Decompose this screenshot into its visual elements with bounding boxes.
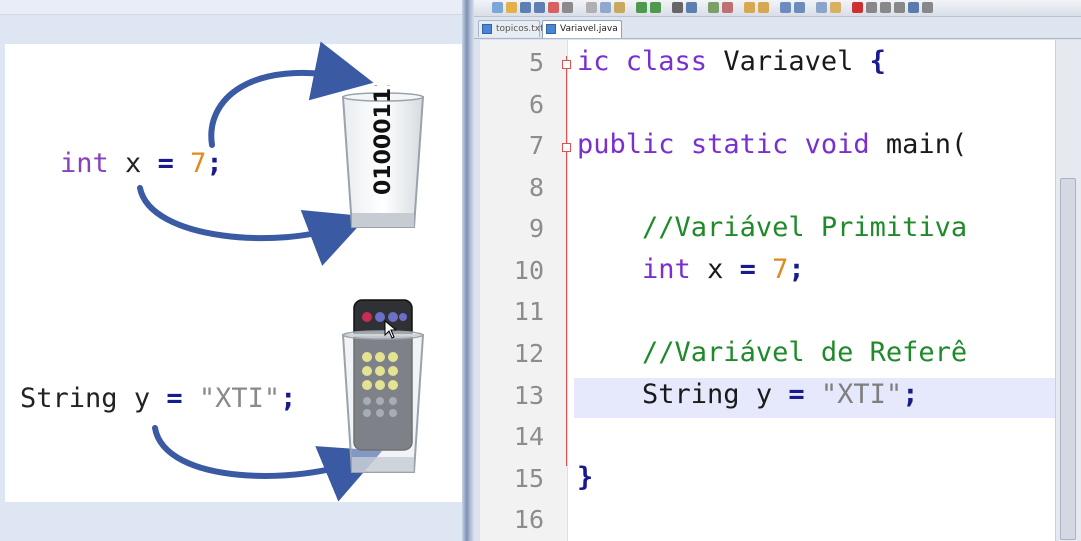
keyword-token: int	[642, 254, 691, 285]
open-folder-icon[interactable]	[506, 2, 517, 13]
fold-marker-main[interactable]	[562, 143, 571, 152]
binary-value-label: 01000111	[371, 85, 396, 195]
scrollbar-thumb[interactable]	[1060, 178, 1076, 540]
line-number: 11	[513, 297, 544, 326]
tab-topicos[interactable]: topicos.txt	[478, 20, 544, 37]
identifier-token: x	[707, 254, 724, 285]
keyword-token: static	[690, 129, 789, 160]
mouse-cursor-icon	[384, 320, 398, 339]
copy-icon[interactable]	[600, 2, 611, 13]
line-number: 7	[528, 131, 544, 160]
brace-token: {	[869, 46, 886, 77]
editor-toolbar	[474, 0, 1081, 17]
fold-margin-line	[566, 56, 567, 466]
brace-token: }	[577, 462, 594, 493]
file-icon	[546, 24, 556, 34]
line-number: 10	[513, 256, 544, 285]
line-number: 16	[513, 505, 544, 534]
record-macro-icon[interactable]	[852, 2, 863, 13]
operator-token: ;	[788, 254, 805, 285]
file-icon	[482, 24, 492, 34]
undo-icon[interactable]	[636, 2, 647, 13]
close-file-icon[interactable]	[548, 2, 559, 13]
lang-icon[interactable]	[830, 2, 841, 13]
replace-icon[interactable]	[686, 2, 697, 13]
tab-bar: topicos.txt Variavel.java	[474, 17, 1081, 39]
fold-marker-class[interactable]	[562, 60, 571, 69]
line-number: 12	[513, 339, 544, 368]
zoom-out-icon[interactable]	[722, 2, 733, 13]
arrow-value-to-glass	[208, 41, 374, 148]
number-token: 7	[772, 254, 789, 285]
tab-variavel[interactable]: Variavel.java	[542, 20, 622, 38]
line-number: 13	[513, 381, 544, 410]
identifier-token: y	[755, 379, 773, 410]
redo-icon[interactable]	[650, 2, 661, 13]
keyword-token: public	[577, 129, 675, 160]
string-token: "XTI"	[820, 379, 903, 410]
line-number: 5	[528, 48, 544, 77]
arrow-string-to-glass	[152, 425, 383, 502]
show-all-chars-icon[interactable]	[794, 2, 805, 13]
line-number: 15	[513, 464, 544, 493]
code-line-10: int x = 7;	[577, 254, 805, 285]
word-wrap-icon[interactable]	[780, 2, 791, 13]
print-icon[interactable]	[562, 2, 573, 13]
save-icon[interactable]	[520, 2, 531, 13]
slide-panel: int x = 7; String y = "XTI"; 01000111	[0, 0, 462, 541]
new-file-icon[interactable]	[492, 2, 503, 13]
save-all-icon[interactable]	[534, 2, 545, 13]
type-token: String	[642, 379, 740, 410]
code-line-7: public static void main(	[577, 129, 1053, 160]
code-line-12: //Variável de Referê	[577, 337, 1053, 368]
more-tools-icon[interactable]	[922, 2, 933, 13]
tab-label: topicos.txt	[496, 24, 544, 34]
run-macro-multiple-icon[interactable]	[894, 2, 905, 13]
code-line-5: ic class Variavel {	[577, 46, 886, 77]
keyword-token: class	[625, 46, 708, 77]
comment-token: //Variável Primitiva	[642, 212, 968, 243]
cut-icon[interactable]	[586, 2, 597, 13]
code-text-area[interactable]	[568, 40, 1055, 541]
line-number: 14	[513, 422, 544, 451]
comment-token: //Variável de Referê	[642, 337, 968, 368]
zoom-in-icon[interactable]	[708, 2, 719, 13]
identifier-token: main(	[885, 129, 968, 160]
indent-guide-icon[interactable]	[816, 2, 827, 13]
line-number: 8	[528, 173, 544, 202]
vertical-scrollbar[interactable]	[1055, 40, 1081, 541]
play-macro-icon[interactable]	[880, 2, 891, 13]
paste-icon[interactable]	[614, 2, 625, 13]
save-macro-icon[interactable]	[908, 2, 919, 13]
line-number: 9	[528, 214, 544, 243]
code-line-13: String y = "XTI";	[577, 379, 918, 410]
arrow-variable-to-glass	[137, 185, 368, 266]
tab-label: Variavel.java	[560, 24, 618, 34]
operator-token: =	[739, 254, 756, 285]
stop-macro-icon[interactable]	[866, 2, 877, 13]
identifier-token: Variavel	[723, 46, 854, 77]
sync-scroll-h-icon[interactable]	[758, 2, 769, 13]
operator-token: =	[788, 379, 805, 410]
find-icon[interactable]	[672, 2, 683, 13]
code-line-9: //Variável Primitiva	[577, 212, 1053, 243]
code-line-15: }	[577, 462, 593, 493]
keyword-token: ic	[577, 46, 610, 77]
operator-token: ;	[902, 379, 919, 410]
line-number: 6	[528, 90, 544, 119]
keyword-token: void	[804, 129, 870, 160]
sync-scroll-icon[interactable]	[744, 2, 755, 13]
glass-icon: 01000111	[341, 85, 425, 228]
